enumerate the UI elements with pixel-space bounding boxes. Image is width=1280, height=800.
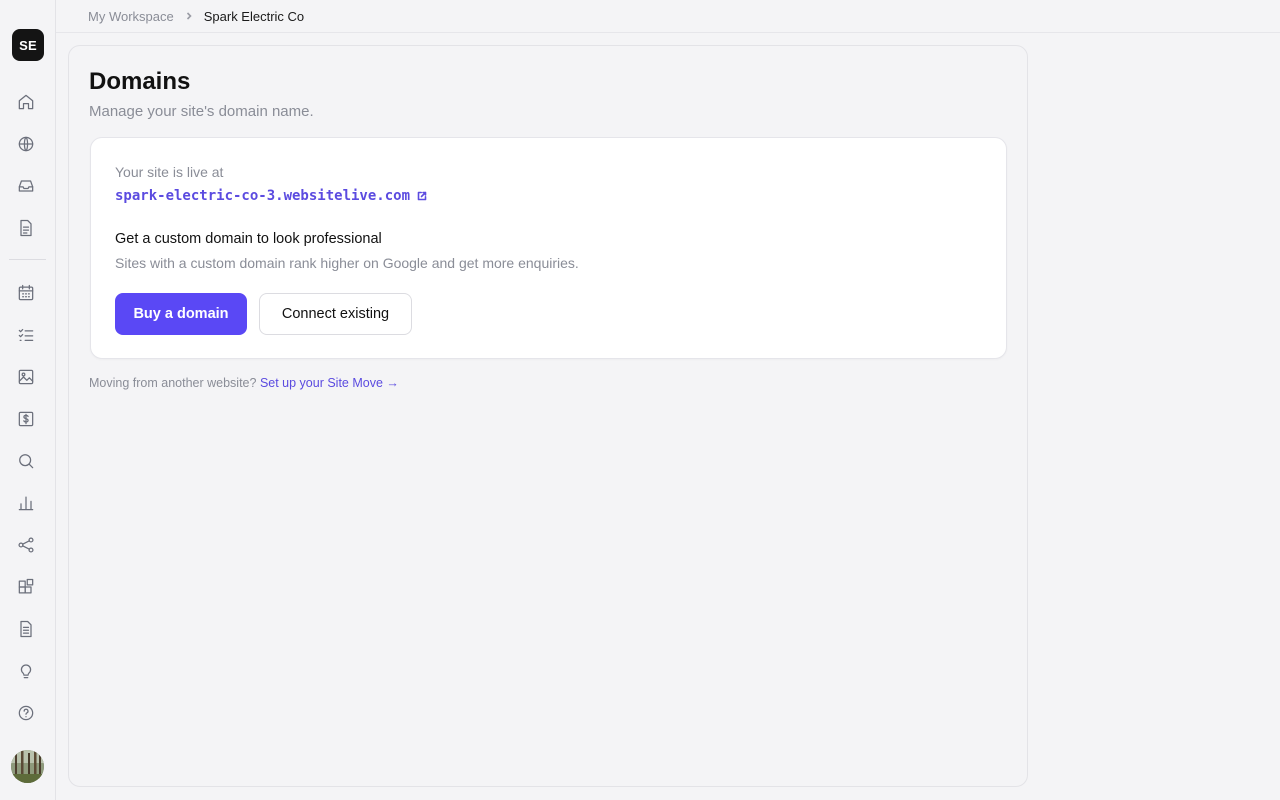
site-move-link[interactable]: Set up your Site Move → [260, 376, 399, 390]
checklist-icon[interactable] [14, 323, 38, 347]
chevron-right-icon [184, 11, 194, 21]
search-icon[interactable] [14, 449, 38, 473]
globe-icon[interactable] [14, 132, 38, 156]
sidebar: SE [0, 0, 56, 800]
sidebar-divider [9, 259, 46, 260]
lightbulb-icon[interactable] [14, 659, 38, 683]
inbox-icon[interactable] [14, 174, 38, 198]
site-move-text: Moving from another website? [89, 376, 257, 390]
bar-chart-icon[interactable] [14, 491, 38, 515]
breadcrumb: My Workspace Spark Electric Co [56, 0, 1280, 33]
home-icon[interactable] [14, 90, 38, 114]
workspace-badge[interactable]: SE [12, 29, 44, 61]
connect-existing-button[interactable]: Connect existing [259, 293, 412, 335]
page-title: Domains [89, 68, 191, 95]
file-text-icon[interactable] [14, 617, 38, 641]
document-icon[interactable] [14, 216, 38, 240]
external-link-icon [416, 190, 428, 202]
domain-card: Your site is live at spark-electric-co-3… [90, 137, 1007, 359]
live-url-link[interactable]: spark-electric-co-3.websitelive.com [115, 188, 428, 204]
breadcrumb-current: Spark Electric Co [203, 8, 305, 24]
help-icon[interactable] [14, 701, 38, 725]
domains-panel: Domains Manage your site's domain name. … [68, 45, 1028, 787]
calendar-icon[interactable] [14, 281, 38, 305]
live-label: Your site is live at [115, 164, 224, 180]
site-move-note: Moving from another website? Set up your… [89, 376, 399, 390]
breadcrumb-parent[interactable]: My Workspace [88, 9, 174, 24]
apps-icon[interactable] [14, 575, 38, 599]
avatar[interactable] [11, 750, 44, 783]
promo-title: Get a custom domain to look professional [115, 231, 382, 247]
buy-domain-button[interactable]: Buy a domain [115, 293, 247, 335]
dollar-icon[interactable] [14, 407, 38, 431]
page-subtitle: Manage your site's domain name. [89, 103, 314, 120]
share-icon[interactable] [14, 533, 38, 557]
image-icon[interactable] [14, 365, 38, 389]
promo-description: Sites with a custom domain rank higher o… [115, 255, 579, 271]
live-url-text: spark-electric-co-3.websitelive.com [115, 188, 411, 204]
